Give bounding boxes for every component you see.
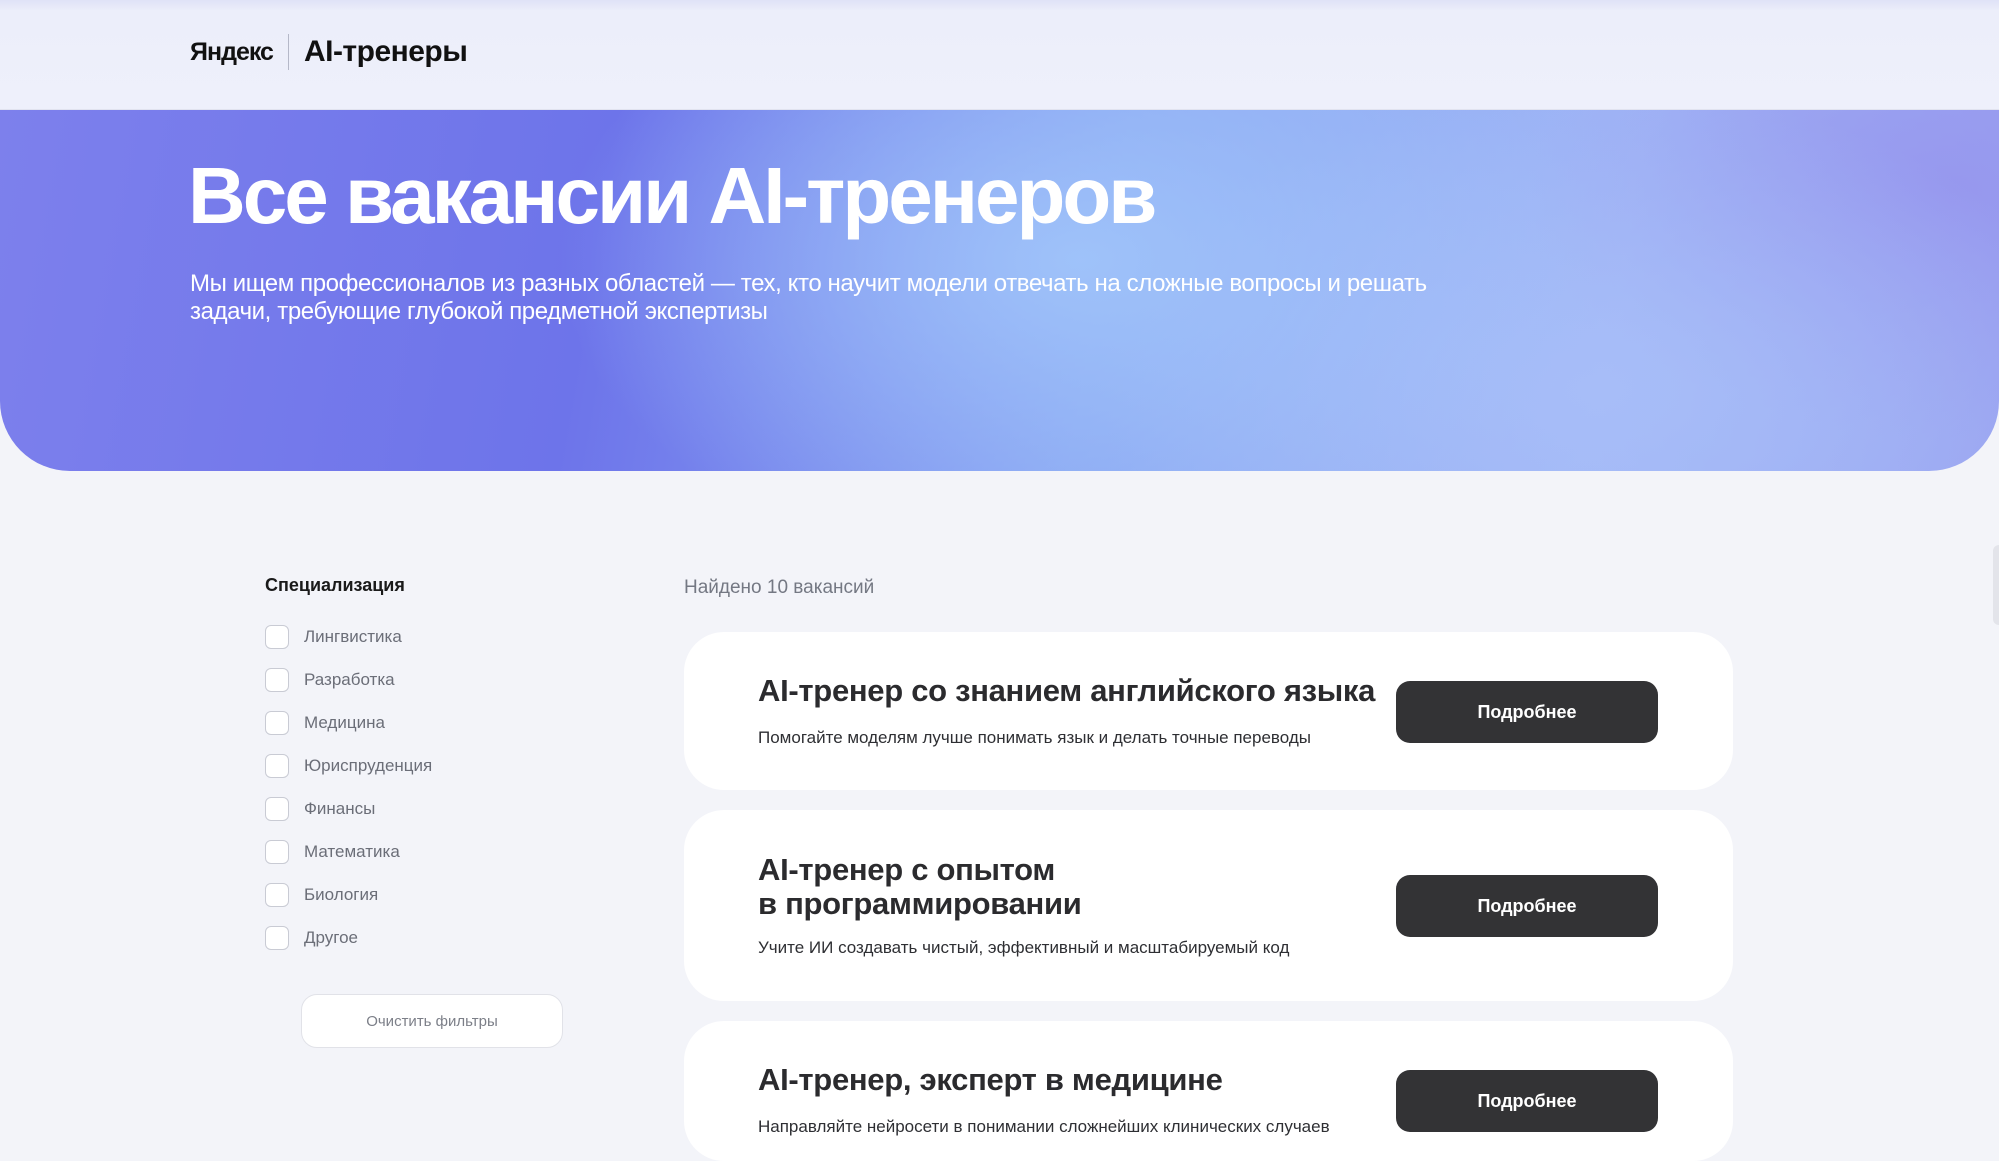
logo-brand: Яндекс: [190, 37, 274, 66]
filter-label: Разработка: [304, 669, 395, 689]
page-title: Все вакансии AI-тренеров: [188, 151, 1157, 240]
vacancy-title: AI-тренер со знанием английского языка: [758, 673, 1376, 708]
checkbox[interactable]: [265, 710, 289, 735]
filter-other[interactable]: Другое: [265, 916, 595, 959]
vacancy-title-line: в программировании: [758, 886, 1082, 921]
filter-list: Лингвистика Разработка Медицина Юриспруд…: [265, 615, 595, 959]
vacancy-description: Направляйте нейросети в понимании сложне…: [758, 1117, 1330, 1136]
filter-finance[interactable]: Финансы: [265, 787, 595, 830]
filter-label: Биология: [304, 884, 379, 904]
hero-subtitle: Мы ищем профессионалов из разных областе…: [190, 270, 1427, 325]
checkbox[interactable]: [265, 796, 289, 821]
checkbox[interactable]: [265, 753, 289, 778]
filter-label: Медицина: [304, 712, 385, 732]
hero-banner: Все вакансии AI-тренеров Мы ищем професс…: [0, 110, 1999, 471]
checkbox[interactable]: [265, 882, 289, 907]
filter-biology[interactable]: Биология: [265, 873, 595, 916]
details-button[interactable]: Подробнее: [1396, 875, 1658, 937]
results-count: Найдено 10 вакансий: [684, 577, 875, 598]
filter-label: Другое: [304, 927, 359, 947]
filter-label: Лингвистика: [304, 626, 402, 646]
filter-medicine[interactable]: Медицина: [265, 701, 595, 744]
logo-product: AI-тренеры: [303, 35, 468, 68]
vacancy-card: AI-тренер, эксперт в медицине Направляйт…: [684, 1021, 1733, 1161]
top-bar: Яндекс AI-тренеры: [0, 0, 1999, 110]
vacancy-card: AI-тренер с опытом в программировании Уч…: [684, 810, 1733, 1001]
logo-divider: [287, 34, 289, 70]
clear-filters-button[interactable]: Очистить фильтры: [301, 994, 563, 1048]
filter-math[interactable]: Математика: [265, 830, 595, 873]
filter-development[interactable]: Разработка: [265, 658, 595, 701]
filter-law[interactable]: Юриспруденция: [265, 744, 595, 787]
vacancy-title-line: AI-тренер с опытом: [758, 852, 1056, 887]
details-button[interactable]: Подробнее: [1396, 1070, 1658, 1132]
vacancy-description: Помогайте моделям лучше понимать язык и …: [758, 728, 1311, 747]
site-logo[interactable]: Яндекс AI-тренеры: [190, 32, 468, 72]
checkbox[interactable]: [265, 925, 289, 950]
vacancy-description: Учите ИИ создавать чистый, эффективный и…: [758, 938, 1290, 957]
vacancy-title: AI-тренер с опытом в программировании: [758, 852, 1082, 921]
checkbox[interactable]: [265, 839, 289, 864]
vacancy-card: AI-тренер со знанием английского языка П…: [684, 632, 1733, 790]
filter-label: Финансы: [304, 798, 376, 818]
filters-sidebar: Специализация Лингвистика Разработка Мед…: [265, 575, 595, 959]
filters-title: Специализация: [265, 575, 405, 595]
checkbox[interactable]: [265, 624, 289, 649]
details-button[interactable]: Подробнее: [1396, 681, 1658, 743]
filter-linguistics[interactable]: Лингвистика: [265, 615, 595, 658]
side-panel-handle[interactable]: [1993, 545, 1999, 625]
vacancy-title: AI-тренер, эксперт в медицине: [758, 1062, 1223, 1097]
checkbox[interactable]: [265, 667, 289, 692]
filter-label: Юриспруденция: [304, 755, 433, 775]
filter-label: Математика: [304, 841, 400, 861]
